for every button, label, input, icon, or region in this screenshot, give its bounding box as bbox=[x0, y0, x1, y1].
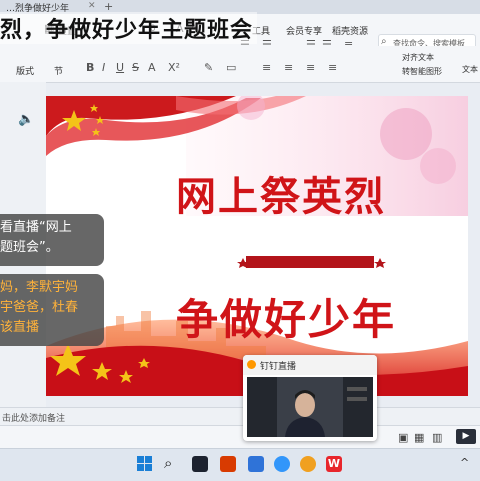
ribbon-format-row: 版式 节 B I U S A X² ✎ ▭ ≡ ≡ ≡ ≡ 对齐文本 转智能图形… bbox=[0, 46, 480, 83]
close-icon[interactable]: ✕ bbox=[88, 1, 96, 11]
align-left-icon[interactable]: ≡ bbox=[262, 61, 271, 74]
live-video-feed[interactable] bbox=[247, 377, 373, 437]
char-spacing-icon[interactable]: ✎ bbox=[204, 61, 213, 74]
italic-icon[interactable]: I bbox=[102, 61, 105, 74]
chat-message-2: 妈，李默宇妈 宇爸爸，杜春 该直播 bbox=[0, 274, 104, 346]
superscript-icon[interactable]: X² bbox=[168, 61, 180, 74]
status-bar: ▣ ▦ ▥ ▶ bbox=[0, 425, 480, 449]
chat-message-1-line-1: 看直播“网上 bbox=[0, 220, 72, 235]
normal-view-icon[interactable]: ▣ bbox=[398, 431, 408, 444]
chat-message-2-line-1: 妈，李默宇妈 bbox=[0, 280, 79, 295]
strikethrough-icon[interactable]: S bbox=[132, 61, 139, 74]
presenter-video bbox=[247, 377, 373, 437]
play-icon[interactable]: ▶ bbox=[456, 429, 476, 444]
dingtalk-icon[interactable] bbox=[274, 456, 290, 472]
slide-title-sub: 争做好少年 bbox=[176, 295, 397, 344]
live-window-header[interactable]: 钉钉直播 bbox=[243, 355, 377, 375]
align-center-icon[interactable]: ≡ bbox=[284, 61, 293, 74]
tray-chevron-icon[interactable]: ^ bbox=[460, 456, 469, 469]
feishu-icon[interactable] bbox=[248, 456, 264, 472]
justify-icon[interactable]: ≡ bbox=[328, 61, 337, 74]
notes-pane[interactable] bbox=[0, 407, 480, 426]
notes-placeholder[interactable]: 击此处添加备注 bbox=[2, 411, 65, 424]
highlight-icon[interactable]: ▭ bbox=[226, 61, 236, 74]
textbox-button[interactable]: 文本 bbox=[462, 64, 478, 75]
live-stream-window[interactable]: 钉钉直播 bbox=[243, 355, 377, 441]
dingtalk-live-icon bbox=[247, 360, 256, 369]
underline-icon[interactable]: U bbox=[116, 61, 124, 74]
align-text-button[interactable]: 对齐文本 bbox=[402, 52, 434, 63]
reading-view-icon[interactable]: ▥ bbox=[432, 431, 442, 444]
slide-background bbox=[46, 96, 468, 396]
slide-canvas[interactable]: 网上祭英烈 争做好少年 bbox=[46, 96, 468, 396]
layout-button[interactable]: 版式 bbox=[16, 64, 34, 77]
live-window-title: 钉钉直播 bbox=[260, 362, 297, 372]
font-color-icon[interactable]: A bbox=[148, 61, 156, 74]
sorter-view-icon[interactable]: ▦ bbox=[414, 431, 424, 444]
office-icon[interactable] bbox=[220, 456, 236, 472]
chat-message-1-line-2: 题班会”。 bbox=[0, 240, 59, 255]
broadcast-title-overlay: 烈，争做好少年主题班会 bbox=[0, 12, 258, 44]
search-taskbar-icon[interactable]: ⌕ bbox=[164, 454, 172, 472]
section-button[interactable]: 节 bbox=[54, 64, 63, 77]
speaker-icon[interactable]: 🔈 bbox=[18, 112, 34, 127]
chat-message-2-line-3: 该直播 bbox=[0, 320, 40, 335]
taskbar bbox=[0, 448, 480, 481]
start-icon[interactable] bbox=[137, 456, 152, 471]
smartart-button[interactable]: 转智能图形 bbox=[402, 66, 442, 77]
task-view-icon[interactable] bbox=[192, 456, 208, 472]
bold-icon[interactable]: B bbox=[86, 61, 94, 74]
chat-message-1: 看直播“网上 题班会”。 bbox=[0, 214, 104, 266]
wps-icon[interactable]: W bbox=[326, 456, 342, 472]
align-right-icon[interactable]: ≡ bbox=[306, 61, 315, 74]
menu-resources[interactable]: 稻壳资源 bbox=[332, 24, 368, 37]
dingtalk-live-taskbar-icon[interactable] bbox=[300, 456, 316, 472]
slide-title-main: 网上祭英烈 bbox=[176, 174, 386, 220]
menu-member[interactable]: 会员专享 bbox=[286, 24, 322, 37]
chat-message-2-line-2: 宇爸爸，杜春 bbox=[0, 300, 79, 315]
